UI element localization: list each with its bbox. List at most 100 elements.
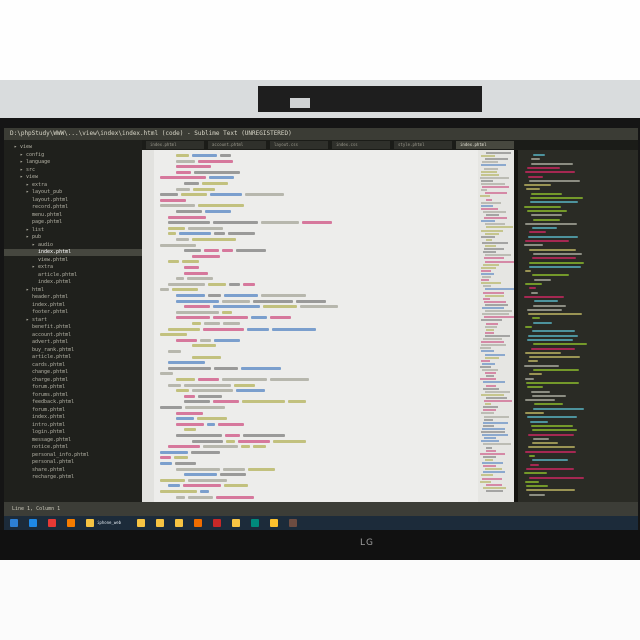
- code-token: [527, 166, 560, 169]
- minimap-line: [483, 409, 497, 412]
- minimap-line: [484, 257, 505, 260]
- sidebar[interactable]: ▸ view ▸ config ▸ language ▸ src ▸ view ▸ ext…: [4, 140, 142, 502]
- sidebar-item[interactable]: ▸ audio: [32, 242, 53, 249]
- sidebar-item[interactable]: ▸ html: [26, 287, 44, 294]
- sidebar-item[interactable]: recharge.phtml: [32, 474, 74, 481]
- code-token: [192, 355, 222, 359]
- folder-icon[interactable]: [137, 519, 145, 527]
- sidebar-item[interactable]: ▸ config: [20, 152, 44, 159]
- code-token: [530, 201, 578, 204]
- sidebar-item[interactable]: forum.phtml: [32, 384, 65, 391]
- sidebar-item[interactable]: layout.phtml: [32, 197, 68, 204]
- sidebar-item[interactable]: page.phtml: [32, 219, 62, 226]
- sidebar-item[interactable]: notice.phtml: [32, 444, 68, 451]
- sidebar-item[interactable]: ▸ language: [20, 159, 50, 166]
- code-editor[interactable]: [142, 150, 514, 502]
- code-token: [525, 240, 569, 242]
- minimap-line: [482, 161, 498, 164]
- code-token: [243, 434, 285, 437]
- sidebar-item[interactable]: ▸ extra: [32, 264, 53, 271]
- app-icon[interactable]: [213, 519, 221, 527]
- app-icon[interactable]: [194, 519, 202, 527]
- sidebar-item[interactable]: forum.phtml: [32, 407, 65, 414]
- code-token: [201, 182, 228, 185]
- sidebar-item[interactable]: charge.phtml: [32, 377, 68, 384]
- code-token: [524, 472, 548, 475]
- code-token: [181, 260, 199, 264]
- sidebar-item[interactable]: personal.phtml: [32, 459, 74, 466]
- sidebar-item[interactable]: ▸ start: [26, 317, 47, 324]
- sidebar-item[interactable]: view.phtml: [38, 257, 68, 264]
- sidebar-item[interactable]: buy_rank.phtml: [32, 347, 74, 354]
- sidebar-item[interactable]: share.phtml: [32, 467, 65, 474]
- tab[interactable]: index.phtml: [146, 141, 204, 149]
- sidebar-item[interactable]: change.phtml: [32, 369, 68, 376]
- folder-icon[interactable]: [86, 519, 94, 527]
- sidebar-item[interactable]: header.phtml: [32, 294, 68, 301]
- code-token: [187, 226, 224, 230]
- code-token: [184, 266, 199, 269]
- sidebar-item[interactable]: article.phtml: [38, 272, 77, 279]
- code-token: [183, 484, 222, 488]
- sidebar-item[interactable]: message.phtml: [32, 437, 71, 444]
- folder-icon[interactable]: [232, 519, 240, 527]
- sidebar-item[interactable]: ▸ view: [14, 144, 32, 151]
- sidebar-item[interactable]: index.phtml: [38, 279, 71, 286]
- sidebar-item[interactable]: feedback.phtml: [32, 399, 74, 406]
- browser-icon[interactable]: [29, 519, 37, 527]
- sidebar-item[interactable]: ▸ pub: [26, 234, 41, 241]
- tab[interactable]: style.phtml: [394, 141, 452, 149]
- sidebar-item[interactable]: record.phtml: [32, 204, 68, 211]
- tab[interactable]: account.phtml: [208, 141, 266, 149]
- sidebar-item[interactable]: account.phtml: [32, 332, 71, 339]
- sidebar-item[interactable]: index.phtml: [32, 302, 65, 309]
- minimap-line: [481, 179, 494, 182]
- sidebar-item[interactable]: cards.phtml: [32, 362, 65, 369]
- sidebar-item[interactable]: advert.phtml: [32, 339, 68, 346]
- app-icon[interactable]: [270, 519, 278, 527]
- code-token: [532, 317, 541, 320]
- sidebar-item[interactable]: login.phtml: [32, 429, 65, 436]
- sidebar-item[interactable]: ▸ src: [20, 167, 35, 174]
- app-icon[interactable]: [48, 519, 56, 527]
- app-icon[interactable]: [289, 519, 297, 527]
- sidebar-item[interactable]: menu.phtml: [32, 212, 62, 219]
- code-token: [531, 214, 562, 217]
- minimap-line: [483, 381, 505, 384]
- taskbar-label[interactable]: iphone_web: [97, 518, 121, 528]
- sidebar-item[interactable]: ▸ list: [26, 227, 44, 234]
- sidebar-item[interactable]: index.phtml: [4, 249, 142, 256]
- tab[interactable]: index.phtml: [456, 141, 514, 149]
- minimap[interactable]: [478, 150, 514, 502]
- shelf-label: [290, 98, 310, 108]
- sidebar-item[interactable]: ▸ view: [20, 174, 38, 181]
- sidebar-item[interactable]: article.phtml: [32, 354, 71, 361]
- tab[interactable]: layout.css: [270, 141, 328, 149]
- sidebar-item[interactable]: ▸ extra: [26, 182, 47, 189]
- start-icon[interactable]: [10, 519, 18, 527]
- code-token: [529, 476, 584, 479]
- code-token: [204, 249, 219, 253]
- sidebar-item[interactable]: personal_info.phtml: [32, 452, 89, 459]
- code-token: [235, 389, 266, 393]
- sidebar-item[interactable]: footer.phtml: [32, 309, 68, 316]
- minimap-line: [483, 437, 496, 440]
- code-token: [525, 412, 544, 414]
- minimap-line: [483, 285, 491, 288]
- tab[interactable]: index.css: [332, 141, 390, 149]
- minimap-line: [482, 263, 500, 266]
- sidebar-item[interactable]: index.phtml: [32, 414, 65, 421]
- app-icon[interactable]: [251, 519, 259, 527]
- folder-icon[interactable]: [175, 519, 183, 527]
- sidebar-item[interactable]: intro.phtml: [32, 422, 65, 429]
- minimap-line: [483, 387, 499, 390]
- sublime-icon[interactable]: [67, 519, 75, 527]
- code-token: [184, 473, 217, 477]
- folder-icon[interactable]: [156, 519, 164, 527]
- sidebar-item[interactable]: ▸ layout_pub: [26, 189, 62, 196]
- code-token: [221, 249, 234, 253]
- sidebar-item[interactable]: forums.phtml: [32, 392, 68, 399]
- sidebar-item[interactable]: benefit.phtml: [32, 324, 71, 331]
- code-editor-right-pane[interactable]: [518, 150, 638, 502]
- window-title: D:\phpStudy\WWW\...\view\index\index.htm…: [4, 128, 638, 140]
